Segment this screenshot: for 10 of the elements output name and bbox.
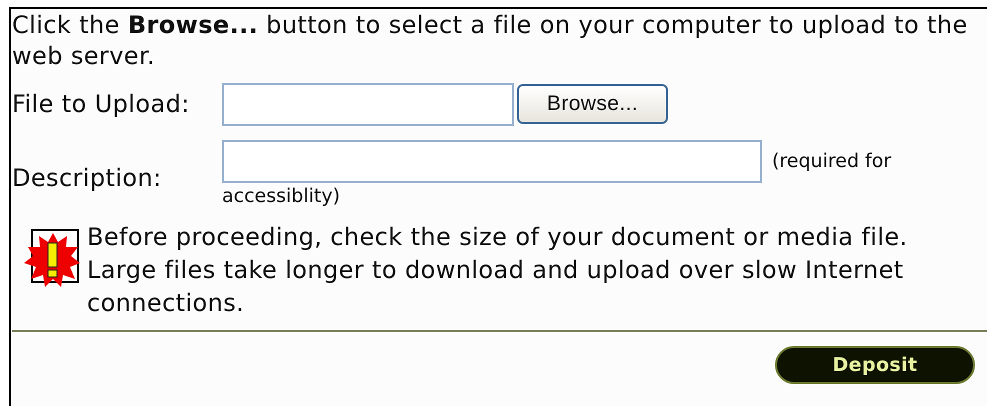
description-label: Description: (11, 163, 163, 194)
required-note: (required for (772, 149, 892, 174)
deposit-button[interactable]: Deposit (775, 346, 975, 384)
file-input-field[interactable] (222, 82, 514, 126)
description-input-field[interactable] (222, 140, 762, 183)
warning-text: Before proceeding, check the size of your document or media file. Large files take longer to download and upload over slow Internet connections. (87, 222, 909, 319)
instruction-text: Click the Browse... button to select a file on your computer to upload to the web server. (11, 10, 969, 72)
required-note: accessiblity) (222, 184, 340, 209)
browse-button[interactable]: Browse... (517, 84, 668, 124)
file-label: File to Upload: (11, 89, 191, 120)
